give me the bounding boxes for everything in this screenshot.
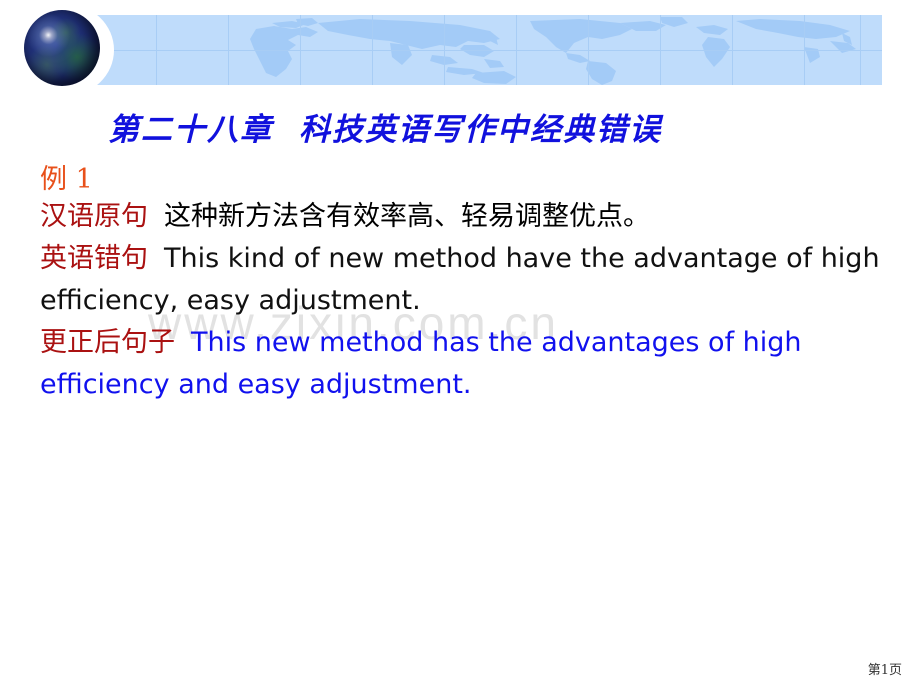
- world-map-banner: [60, 15, 882, 85]
- page-number-footer: 第1页: [867, 663, 902, 678]
- text-chinese-original: 这种新方法含有效率高、轻易调整优点。: [164, 201, 650, 232]
- title-chapter: 第二十八章: [108, 112, 273, 148]
- map-equator-line: [60, 50, 882, 51]
- text-english-wrong: This kind of new method have the advanta…: [40, 243, 880, 316]
- page-title: 第二十八章 科技英语写作中经典错误: [108, 104, 662, 149]
- globe-earth-icon: [24, 10, 100, 86]
- label-english-wrong: 英语错句: [40, 243, 148, 274]
- label-english-corrected: 更正后句子: [40, 327, 175, 358]
- row-english-corrected: 更正后句子 This new method has the advantages …: [40, 324, 890, 408]
- row-english-wrong: 英语错句 This kind of new method have the adv…: [40, 240, 890, 324]
- row-chinese-original: 汉语原句 这种新方法含有效率高、轻易调整优点。: [40, 198, 890, 240]
- slide-canvas: 第二十八章 科技英语写作中经典错误 www.zixin.com.cn 例 1 汉语…: [0, 0, 920, 690]
- slide-body: 例 1 汉语原句 这种新方法含有效率高、轻易调整优点。 英语错句 This kind…: [40, 162, 890, 408]
- example-number: 例 1: [40, 164, 93, 195]
- title-subject: 科技英语写作中经典错误: [299, 112, 662, 148]
- label-chinese-original: 汉语原句: [40, 201, 148, 232]
